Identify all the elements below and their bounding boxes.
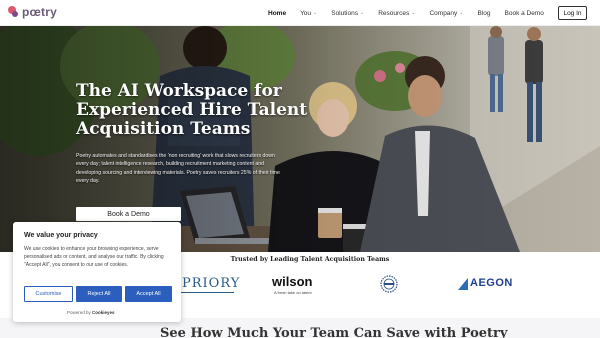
cookie-text: We use cookies to enhance your browsing … (24, 246, 164, 269)
priory-logo: PRIORY (182, 276, 241, 291)
top-navbar: pœtry Home You ⌄ Solutions ⌄ Resources ⌄ Co… (0, 0, 600, 26)
chevron-down-icon: ⌄ (459, 10, 464, 16)
cookieyes-brand: Cookieyes (92, 310, 115, 315)
book-demo-button[interactable]: Book a Demo (76, 207, 181, 221)
login-button[interactable]: Log In (558, 6, 587, 20)
nav-resources[interactable]: Resources ⌄ (378, 10, 415, 17)
nav-company-label: Company (429, 9, 458, 17)
cookie-title: We value your privacy (24, 232, 98, 239)
powered-prefix: Powered by (67, 310, 91, 315)
trusted-title: Trusted by Leading Talent Acquisition Te… (230, 256, 390, 263)
nav-home-label: Home (268, 9, 287, 17)
wilson-tagline: A fresh take on talent (274, 290, 312, 295)
poetry-logo[interactable]: pœtry (8, 5, 57, 19)
nav-solutions-label: Solutions (331, 9, 358, 17)
chevron-down-icon: ⌄ (359, 10, 365, 16)
nav-solutions[interactable]: Solutions ⌄ (331, 10, 364, 17)
nav-company[interactable]: Company ⌄ (429, 10, 463, 17)
next-section-heading: See How Much Your Team Can Save with Poe… (160, 326, 508, 338)
aegon-logo: AEGON (470, 277, 513, 289)
hero-description: Poetry automates and standardises the 'n… (76, 153, 280, 185)
nav-book-demo-label: Book a Demo (504, 9, 544, 17)
seal-logo (380, 275, 398, 293)
chevron-down-icon: ⌄ (313, 10, 318, 16)
hero-section: The AI Workspace for Experienced Hire Ta… (0, 26, 600, 252)
hero-title: The AI Workspace for Experienced Hire Ta… (76, 81, 308, 139)
nav-home[interactable]: Home (268, 10, 286, 17)
poetry-logo-icon (8, 5, 20, 19)
nav-blog[interactable]: Blog (478, 10, 491, 17)
accept-all-button[interactable]: Accept All (125, 286, 172, 302)
nav-blog-label: Blog (477, 9, 491, 17)
nav-links: Home You ⌄ Solutions ⌄ Resources ⌄ Company ⌄… (268, 0, 544, 26)
customise-button[interactable]: Customise (24, 286, 73, 302)
chevron-down-icon: ⌄ (411, 10, 416, 16)
priory-logo-underline (178, 292, 234, 293)
wilson-logo: wilson (272, 274, 313, 289)
nav-you[interactable]: You ⌄ (300, 10, 317, 17)
reject-all-button[interactable]: Reject All (76, 286, 122, 302)
logo-text: pœtry (22, 5, 57, 19)
nav-you-label: You (300, 9, 312, 17)
aegon-logo-icon (458, 278, 468, 290)
nav-resources-label: Resources (378, 9, 410, 17)
powered-by[interactable]: Powered by Cookieyes (67, 310, 115, 315)
nav-book-demo[interactable]: Book a Demo (505, 10, 544, 17)
cookie-consent-banner: We value your privacy We use cookies to … (13, 222, 181, 322)
